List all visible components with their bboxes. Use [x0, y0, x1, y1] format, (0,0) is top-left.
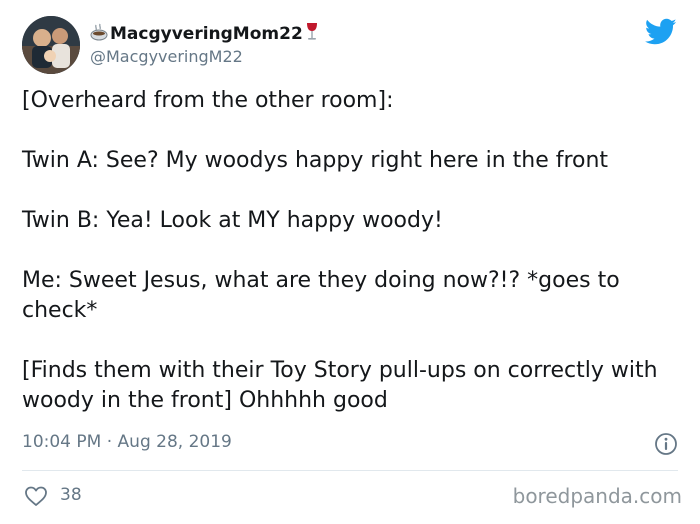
- wine-glass-icon: [306, 22, 318, 47]
- tweet-paragraph: [Overheard from the other room]:: [22, 88, 394, 113]
- watermark: boredpanda.com: [512, 484, 682, 508]
- info-icon[interactable]: [654, 432, 678, 456]
- tweet-paragraph: Twin B: Yea! Look at MY happy woody!: [22, 208, 443, 233]
- tweet-date: Aug 28, 2019: [117, 432, 232, 452]
- heart-icon[interactable]: [24, 485, 48, 507]
- tweet-time: 10:04 PM: [22, 432, 102, 452]
- timestamp-separator: ·: [106, 432, 113, 452]
- tweet-timestamp[interactable]: 10:04 PM · Aug 28, 2019: [22, 432, 232, 452]
- avatar[interactable]: [22, 16, 80, 74]
- tweet-text: [Overheard from the other room]: Twin A:…: [22, 86, 682, 416]
- tweet-paragraph: [Finds them with their Toy Story pull-up…: [22, 358, 658, 413]
- like-count: 38: [60, 485, 82, 505]
- avatar-photo: [22, 16, 80, 74]
- tweet-paragraph: Me: Sweet Jesus, what are they doing now…: [22, 268, 620, 323]
- author-handle[interactable]: @MacgyveringM22: [90, 47, 243, 66]
- display-name: MacgyveringMom22: [110, 24, 303, 44]
- tweet-paragraph: Twin A: See? My woodys happy right here …: [22, 148, 609, 173]
- hot-beverage-icon: [90, 23, 110, 46]
- twitter-bird-icon[interactable]: [644, 18, 677, 46]
- divider: [22, 470, 678, 471]
- author-name-row[interactable]: MacgyveringMom22: [90, 22, 318, 46]
